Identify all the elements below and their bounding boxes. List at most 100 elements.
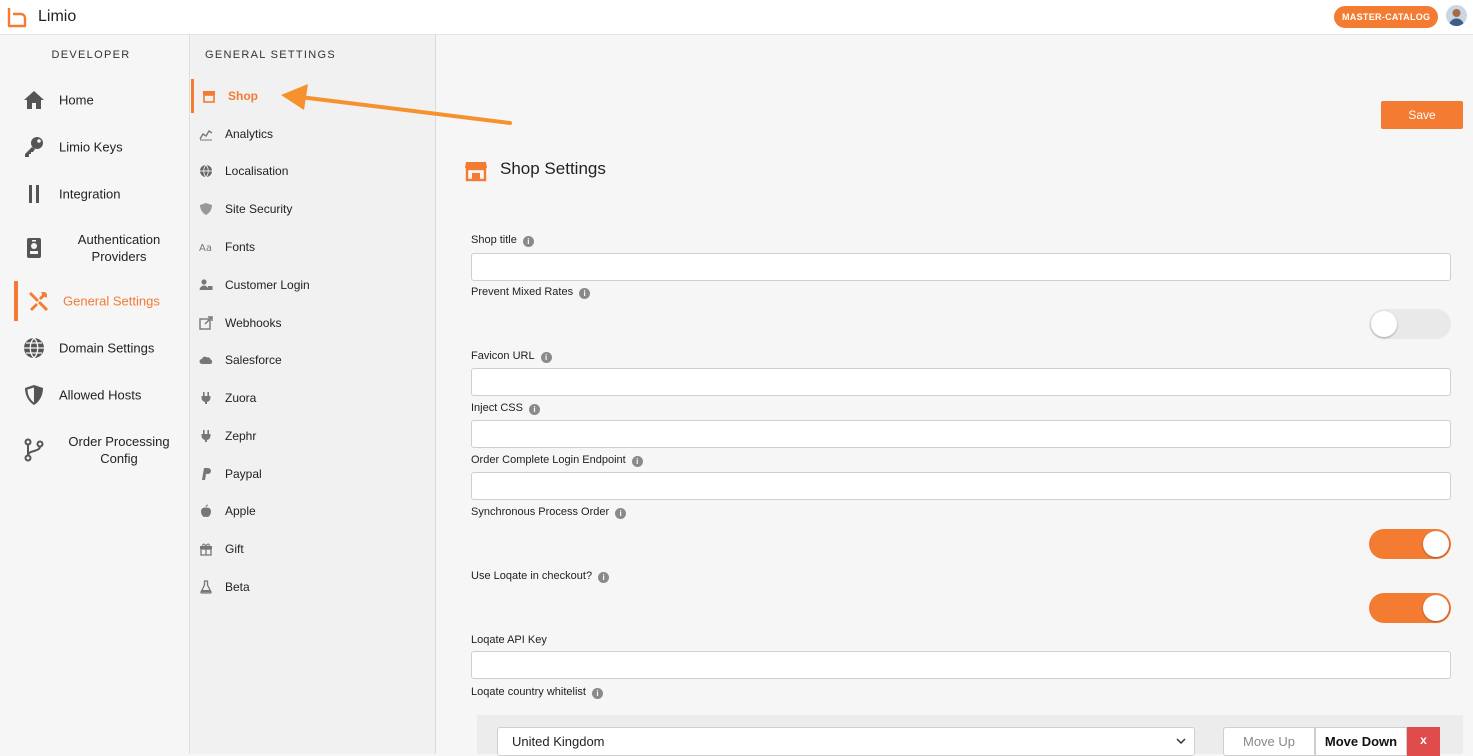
settings-item-label: Webhooks — [225, 316, 282, 330]
info-icon[interactable]: i — [591, 688, 603, 699]
settings-item-site-security[interactable]: Site Security — [191, 192, 436, 226]
field-label-text: Shop title — [471, 234, 517, 246]
info-icon[interactable]: i — [540, 352, 552, 363]
settings-item-label: Zuora — [225, 391, 257, 405]
integration-icon — [29, 185, 39, 203]
shield-icon — [200, 203, 212, 215]
info-icon[interactable]: i — [631, 456, 643, 467]
general-settings-nav: GENERAL SETTINGS Shop Analytics Localisa… — [191, 35, 436, 754]
settings-item-webhooks[interactable]: Webhooks — [191, 306, 436, 340]
country-select[interactable]: United Kingdom — [497, 727, 1195, 756]
sidebar-item-order-processing-config[interactable]: Order Processing Config — [14, 430, 184, 470]
user-avatar[interactable] — [1446, 5, 1467, 26]
settings-item-zuora[interactable]: Zuora — [191, 381, 436, 415]
move-down-button[interactable]: Move Down — [1315, 727, 1407, 756]
loqate-api-key-label: Loqate API Key — [471, 634, 547, 646]
info-icon[interactable]: i — [598, 572, 610, 583]
sidebar-item-label: Order Processing Config — [68, 434, 170, 466]
sidebar-item-domain-settings[interactable]: Domain Settings — [14, 328, 184, 368]
field-label-text: Loqate API Key — [471, 634, 547, 646]
id-badge-icon — [27, 238, 41, 258]
settings-item-label: Paypal — [225, 467, 262, 481]
field-label-text: Order Complete Login Endpoint — [471, 454, 626, 466]
apple-icon — [201, 504, 211, 517]
settings-item-label: Fonts — [225, 240, 256, 254]
loqate-country-whitelist-label: Loqate country whitelist i — [471, 686, 603, 699]
save-button[interactable]: Save — [1381, 101, 1463, 129]
app-title: Limio — [38, 8, 77, 25]
key-icon — [25, 137, 43, 157]
order-complete-login-endpoint-label: Order Complete Login Endpoint i — [471, 454, 643, 467]
settings-item-label: Analytics — [225, 127, 274, 141]
use-loqate-label: Use Loqate in checkout? i — [471, 570, 610, 583]
sidebar-item-label: Authentication Providers — [77, 232, 161, 264]
info-icon[interactable]: i — [522, 236, 534, 247]
branch-icon — [24, 438, 44, 462]
field-label-text: Prevent Mixed Rates — [471, 286, 574, 298]
settings-item-beta[interactable]: Beta — [191, 570, 436, 604]
settings-item-label: Beta — [225, 580, 250, 594]
synchronous-process-order-toggle[interactable] — [1369, 529, 1451, 559]
field-label-text: Favicon URL — [471, 350, 535, 362]
settings-item-apple[interactable]: Apple — [191, 494, 436, 528]
plug-icon — [201, 430, 211, 442]
settings-nav-heading: GENERAL SETTINGS — [205, 49, 337, 61]
sidebar-item-allowed-hosts[interactable]: Allowed Hosts — [14, 375, 184, 415]
use-loqate-toggle[interactable] — [1369, 593, 1451, 623]
settings-item-gift[interactable]: Gift — [191, 532, 436, 566]
favicon-url-input[interactable] — [471, 368, 1451, 396]
settings-item-fonts[interactable]: Aa Fonts — [191, 230, 436, 264]
sidebar-item-limio-keys[interactable]: Limio Keys — [14, 127, 184, 167]
toggle-knob — [1423, 531, 1449, 557]
chart-icon — [199, 130, 213, 141]
country-select-value: United Kingdom — [512, 734, 605, 749]
settings-item-label: Gift — [225, 542, 244, 556]
sidebar-item-authentication-providers[interactable]: Authentication Providers — [14, 228, 184, 268]
settings-item-paypal[interactable]: Paypal — [191, 457, 436, 491]
font-icon: Aa — [199, 243, 212, 254]
order-complete-login-endpoint-input[interactable] — [471, 472, 1451, 500]
info-icon[interactable]: i — [615, 508, 627, 519]
whitelist-row: United Kingdom Move Up Move Down x — [477, 715, 1463, 756]
loqate-api-key-input[interactable] — [471, 651, 1451, 679]
info-icon[interactable]: i — [528, 404, 540, 415]
sidebar-item-general-settings[interactable]: General Settings — [14, 281, 184, 321]
move-up-button[interactable]: Move Up — [1223, 727, 1315, 756]
top-bar: Limio MASTER-CATALOG — [0, 0, 1473, 35]
sidebar-item-integration[interactable]: Integration — [14, 174, 184, 214]
globe-icon — [200, 164, 212, 178]
settings-item-label: Customer Login — [225, 278, 310, 292]
sidebar-item-label: Allowed Hosts — [59, 387, 142, 403]
settings-item-shop[interactable]: Shop — [191, 79, 436, 113]
main-content: Save Shop Settings Shop title i Prevent M… — [437, 35, 1473, 756]
field-label-text: Synchronous Process Order — [471, 506, 610, 518]
user-lock-icon — [199, 279, 213, 290]
inject-css-input[interactable] — [471, 420, 1451, 448]
sidebar-item-label: Integration — [59, 186, 121, 202]
limio-logo-icon[interactable] — [6, 6, 30, 30]
field-label-text: Inject CSS — [471, 402, 523, 414]
catalog-badge[interactable]: MASTER-CATALOG — [1334, 6, 1439, 28]
settings-item-localisation[interactable]: Localisation — [191, 154, 436, 188]
paypal-icon — [202, 468, 211, 480]
settings-item-label: Zephr — [225, 429, 257, 443]
settings-item-salesforce[interactable]: Salesforce — [191, 343, 436, 377]
svg-text:Aa: Aa — [199, 243, 212, 254]
settings-item-analytics[interactable]: Analytics — [191, 117, 436, 151]
settings-item-customer-login[interactable]: Customer Login — [191, 268, 436, 302]
section-title: Shop Settings — [500, 159, 606, 178]
toggle-knob — [1371, 311, 1397, 337]
shop-title-input[interactable] — [471, 253, 1451, 281]
sidebar-item-home[interactable]: Home — [14, 80, 184, 120]
settings-item-label: Apple — [225, 504, 256, 518]
sidebar-item-label: General Settings — [63, 293, 160, 309]
info-icon[interactable]: i — [579, 288, 591, 299]
globe-icon — [24, 337, 44, 359]
prevent-mixed-rates-label: Prevent Mixed Rates i — [471, 286, 591, 299]
shop-icon — [465, 162, 487, 182]
prevent-mixed-rates-toggle[interactable] — [1369, 309, 1451, 339]
field-label-text: Use Loqate in checkout? — [471, 570, 593, 582]
remove-country-button[interactable]: x — [1407, 727, 1440, 756]
settings-item-zephr[interactable]: Zephr — [191, 419, 436, 453]
settings-item-label: Salesforce — [225, 353, 282, 367]
